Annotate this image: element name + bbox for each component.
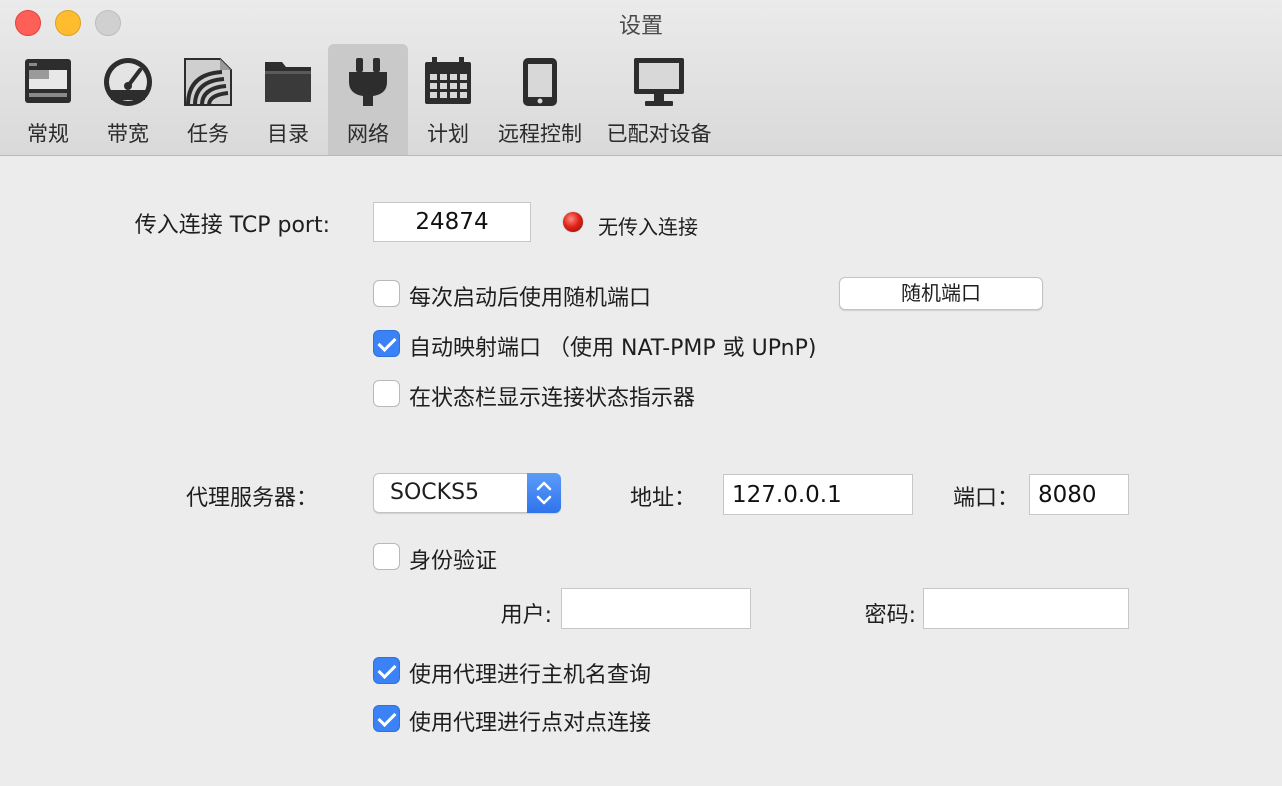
incoming-port-label: 传入连接 TCP port:: [134, 213, 330, 238]
network-plug-icon: [343, 56, 393, 112]
monitor-icon: [632, 56, 686, 112]
bandwidth-gauge-icon: [102, 56, 154, 112]
random-port-checkbox[interactable]: [373, 280, 400, 307]
random-port-button[interactable]: 随机端口: [839, 277, 1043, 310]
chevron-up-down-icon: [527, 473, 561, 513]
preferences-window: 设置 常规 带宽 任务 目录 网络 计划 远程控制 已配对设备 传入连接 TCP…: [0, 0, 1282, 786]
tab-schedule[interactable]: 计划: [408, 44, 488, 155]
window-title: 设置: [618, 14, 663, 39]
tab-paired-devices[interactable]: 已配对设备: [598, 44, 720, 155]
connection-status-led: [563, 212, 583, 232]
connection-status-text: 无传入连接: [598, 215, 698, 239]
tab-folders[interactable]: 目录: [248, 44, 328, 155]
proxy-user-label: 用户:: [500, 603, 552, 628]
proxy-type-select[interactable]: SOCKS5: [373, 473, 561, 513]
proxy-address-input[interactable]: [723, 474, 913, 515]
proxy-address-label: 地址：: [630, 486, 697, 511]
proxy-auth-label: 身份验证: [409, 549, 498, 574]
proxy-port-input[interactable]: [1029, 474, 1129, 515]
title-toolbar: 设置 常规 带宽 任务 目录 网络 计划 远程控制 已配对设备: [0, 0, 1282, 156]
tab-general[interactable]: 常规: [8, 44, 88, 155]
proxy-hostname-lookup-label: 使用代理进行主机名查询: [409, 663, 652, 688]
proxy-password-label: 密码:: [864, 603, 916, 628]
transfers-icon: [182, 56, 234, 112]
auto-map-port-checkbox[interactable]: [373, 330, 400, 357]
status-bar-indicator-label: 在状态栏显示连接状态指示器: [409, 386, 696, 411]
proxy-port-label: 端口：: [953, 486, 1020, 511]
status-bar-indicator-checkbox[interactable]: [373, 380, 400, 407]
folder-icon: [262, 56, 314, 110]
proxy-peer-connections-checkbox[interactable]: [373, 705, 400, 732]
proxy-peer-connections-label: 使用代理进行点对点连接: [409, 711, 652, 736]
tab-label: 计划: [427, 122, 469, 146]
proxy-type-value: SOCKS5: [390, 480, 480, 505]
tab-label: 已配对设备: [606, 122, 712, 146]
calendar-icon: [422, 56, 474, 110]
tab-label: 带宽: [107, 122, 149, 146]
tab-bandwidth[interactable]: 带宽: [88, 44, 168, 155]
tab-network[interactable]: 网络: [328, 44, 408, 155]
tab-transfers[interactable]: 任务: [168, 44, 248, 155]
tab-label: 常规: [27, 122, 69, 146]
tab-label: 远程控制: [498, 122, 582, 146]
tab-label: 任务: [187, 122, 229, 146]
tab-label: 网络: [347, 122, 389, 146]
incoming-port-input[interactable]: [373, 202, 531, 242]
proxy-label: 代理服务器：: [185, 486, 318, 511]
auto-map-port-label: 自动映射端口 （使用 NAT-PMP 或 UPnP): [409, 336, 817, 361]
proxy-user-input[interactable]: [561, 588, 751, 629]
proxy-password-input[interactable]: [923, 588, 1129, 629]
tab-remote[interactable]: 远程控制: [490, 44, 590, 155]
proxy-auth-checkbox[interactable]: [373, 543, 400, 570]
general-icon: [23, 56, 73, 110]
tab-label: 目录: [267, 122, 309, 146]
proxy-hostname-lookup-checkbox[interactable]: [373, 657, 400, 684]
remote-device-icon: [520, 56, 560, 112]
random-port-label: 每次启动后使用随机端口: [409, 286, 652, 311]
